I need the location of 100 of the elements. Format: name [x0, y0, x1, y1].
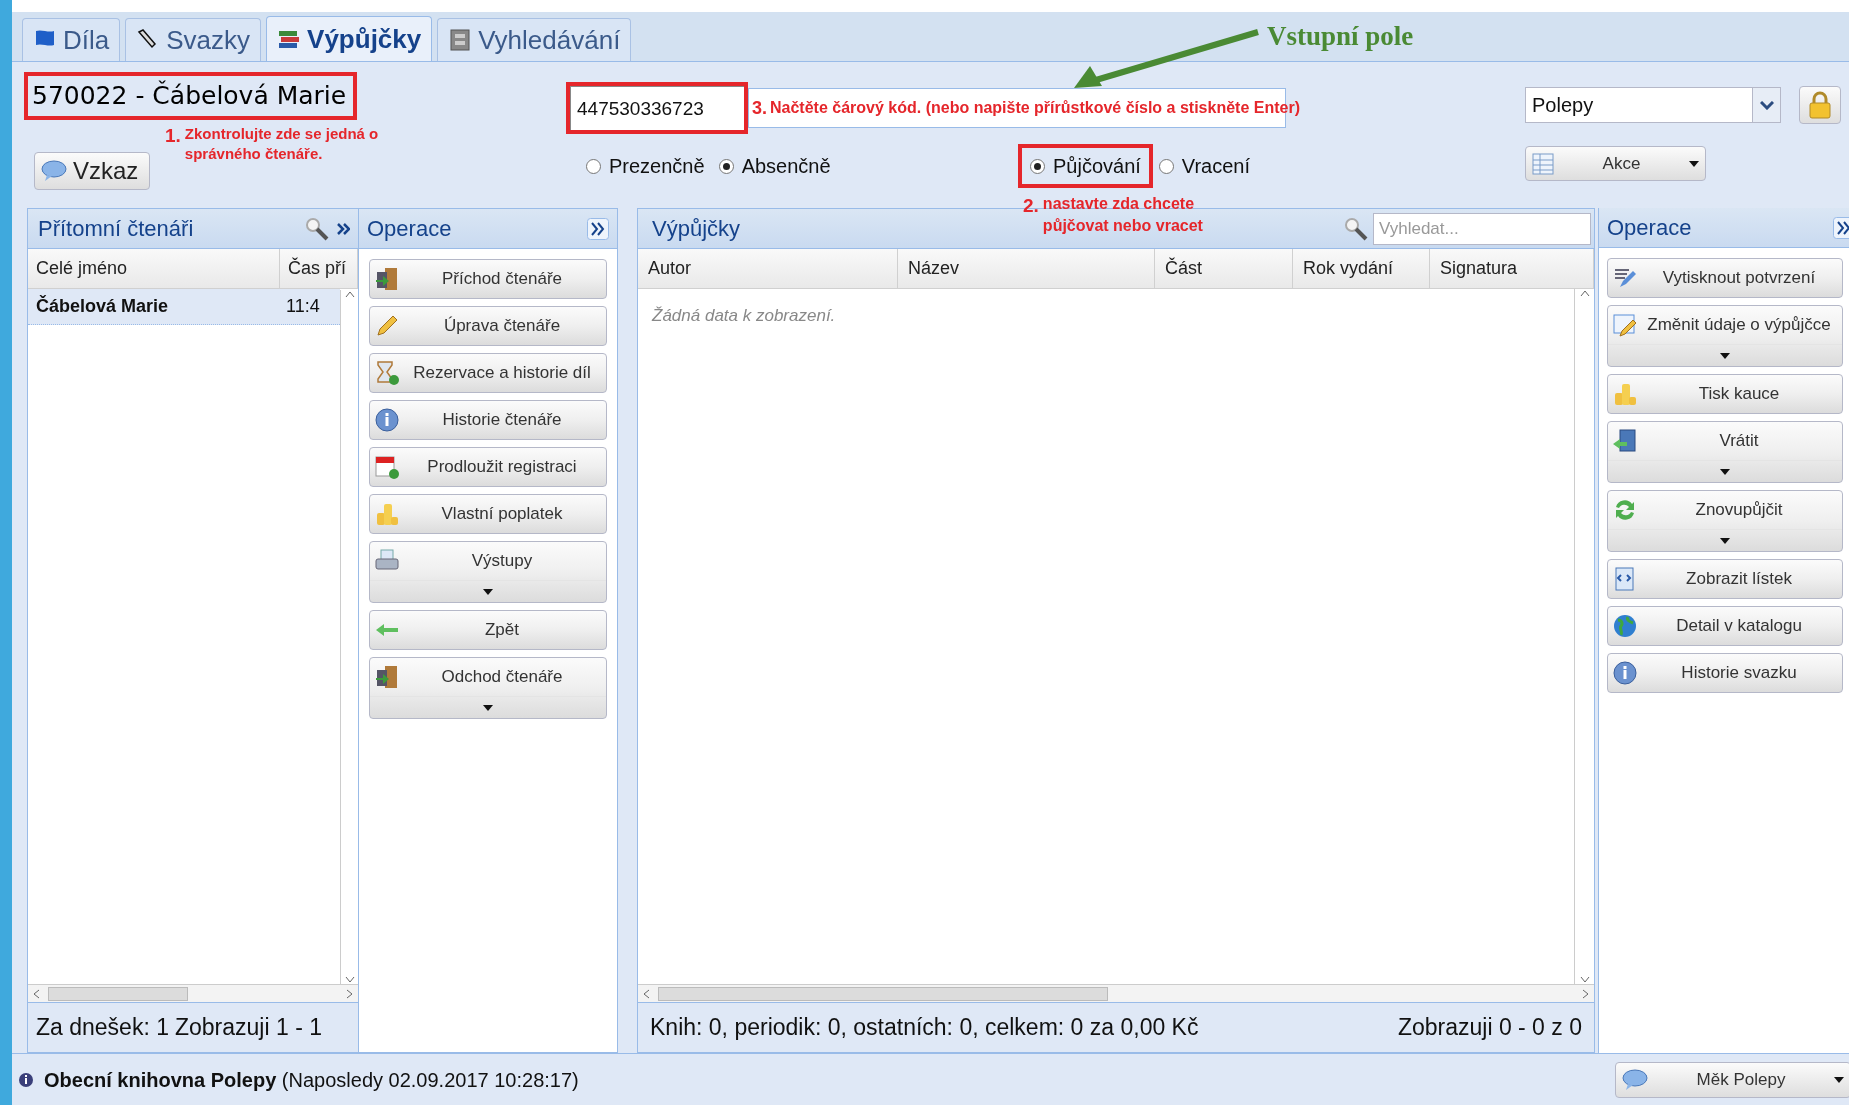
- expand-icon[interactable]: [1833, 216, 1849, 239]
- radio-button[interactable]: [586, 158, 601, 174]
- operation-button[interactable]: Historie svazku: [1607, 653, 1843, 693]
- column-header[interactable]: Název: [898, 249, 1155, 288]
- coins-icon: [374, 501, 400, 527]
- table-cell-text: Čábelová Marie: [35, 294, 170, 318]
- radio-label: Půjčování: [1053, 154, 1141, 179]
- actions-button[interactable]: Akce: [1525, 146, 1706, 181]
- operation-button[interactable]: Znovupůjčit: [1607, 490, 1843, 552]
- info-icon: [374, 407, 400, 433]
- empty-message: Žádná data k zobrazení.: [652, 306, 836, 325]
- expand-icon[interactable]: [336, 221, 350, 236]
- operation-button[interactable]: Odchod čtenáře: [369, 657, 607, 719]
- info-icon: [18, 1071, 34, 1088]
- operation-button[interactable]: Změnit údaje o výpůjčce: [1607, 305, 1843, 367]
- tab[interactable]: Svazky: [125, 18, 262, 61]
- radio-option[interactable]: Půjčování: [1030, 151, 1141, 181]
- chevron-down-icon: [1759, 100, 1774, 110]
- radio-button[interactable]: [1030, 158, 1045, 174]
- caret-right-icon[interactable]: [346, 988, 354, 999]
- step-number: 1.: [165, 124, 181, 148]
- calendar-icon: [374, 454, 400, 480]
- coins-icon: [1612, 381, 1638, 407]
- operation-button[interactable]: Zpět: [369, 610, 607, 650]
- location-select[interactable]: Polepy: [1525, 87, 1781, 123]
- panel-title: Operace: [367, 215, 452, 243]
- door-icon: [374, 664, 400, 690]
- tab[interactable]: Výpůjčky: [266, 16, 433, 61]
- message-button[interactable]: Vzkaz: [34, 152, 150, 190]
- operation-button[interactable]: Prodloužit registraci: [369, 447, 607, 487]
- table-icon: [1532, 152, 1554, 175]
- operation-button[interactable]: Úprava čtenáře: [369, 306, 607, 346]
- expand-icon[interactable]: [587, 217, 609, 240]
- padlock-icon: [1808, 91, 1832, 119]
- annotation-text: nastavte zda chcete půjčovat nebo vracet: [1042, 194, 1204, 236]
- paging-text: Zobrazuji 0 - 0 z 0: [1397, 1013, 1582, 1043]
- cabinet-icon: [448, 28, 473, 52]
- panel-title: Operace: [1607, 214, 1692, 242]
- radio-button[interactable]: [1158, 158, 1174, 174]
- scroll-thumb[interactable]: [658, 986, 1108, 1001]
- caret-left-icon[interactable]: [32, 988, 40, 999]
- door-icon: [374, 266, 400, 292]
- search-icon: [1343, 215, 1369, 242]
- tab[interactable]: Vyhledávání: [437, 18, 632, 61]
- lock-button[interactable]: [1799, 86, 1841, 124]
- search-field[interactable]: Vyhledat...: [1373, 212, 1591, 245]
- column-header[interactable]: Autor: [638, 249, 898, 288]
- caret-right-icon[interactable]: [1582, 988, 1590, 999]
- operation-button[interactable]: Vrátit: [1607, 421, 1843, 483]
- radio-label: Vracení: [1181, 154, 1251, 179]
- operation-button[interactable]: Vytisknout potvrzení: [1607, 258, 1843, 298]
- search-icon[interactable]: [304, 215, 330, 242]
- caret-up-icon[interactable]: [344, 290, 355, 298]
- panel-title: Přítomní čtenáři: [38, 215, 194, 243]
- operation-button[interactable]: Zobrazit lístek: [1607, 559, 1843, 599]
- window-pencil-icon: [1612, 312, 1638, 338]
- radio-button[interactable]: [718, 158, 734, 174]
- scrollbar[interactable]: [28, 984, 358, 1002]
- column-header[interactable]: Rok vydání: [1293, 249, 1430, 288]
- caret-down-icon[interactable]: [1579, 976, 1590, 984]
- scrollbar[interactable]: [340, 290, 358, 984]
- callout-label: Vstupní pole: [1267, 20, 1414, 53]
- step-number: 2.: [1023, 194, 1039, 218]
- panel-title: Výpůjčky: [652, 215, 741, 243]
- scroll-thumb[interactable]: [48, 986, 188, 1001]
- caret-down-icon[interactable]: [344, 976, 355, 984]
- radio-label: Absenčně: [741, 154, 831, 179]
- radio-option[interactable]: Prezenčně: [586, 151, 705, 181]
- table-cell-text: 11:4: [285, 295, 321, 318]
- footer-text: Za dnešek: 1: [36, 1013, 169, 1043]
- operation-button[interactable]: Příchod čtenáře: [369, 259, 607, 299]
- radio-label: Prezenčně: [609, 154, 705, 179]
- radio-option[interactable]: Absenčně: [718, 151, 831, 181]
- caret-left-icon[interactable]: [642, 988, 650, 999]
- column-header[interactable]: Část: [1155, 249, 1293, 288]
- operation-button[interactable]: Tisk kauce: [1607, 374, 1843, 414]
- table-row[interactable]: Čábelová Marie 11:4: [28, 289, 340, 325]
- hourglass-icon: [374, 360, 400, 386]
- caret-down-icon: [1834, 1076, 1844, 1083]
- speech-bubble-icon: [41, 160, 67, 182]
- scrollbar[interactable]: [638, 984, 1594, 1002]
- column-header[interactable]: Signatura: [1430, 249, 1594, 288]
- info-icon: [1612, 660, 1638, 686]
- radio-option[interactable]: Vracení: [1158, 151, 1251, 181]
- column-header[interactable]: Celé jméno: [28, 249, 280, 288]
- footer-text: Zobrazuji 1 - 1: [174, 1013, 322, 1043]
- caret-up-icon[interactable]: [1579, 289, 1590, 297]
- operation-button[interactable]: Vlastní poplatek: [369, 494, 607, 534]
- operation-button[interactable]: Výstupy: [369, 541, 607, 603]
- annotation-text: Zkontrolujte zde se jedná o správného čtenáře.: [184, 124, 380, 164]
- globe-icon: [1612, 613, 1638, 639]
- barcode-field[interactable]: 447530336723: [570, 86, 744, 130]
- operation-button[interactable]: Rezervace a historie díl: [369, 353, 607, 393]
- pencil-icon: [374, 313, 400, 339]
- column-header[interactable]: Čas pří: [280, 249, 358, 288]
- operation-button[interactable]: Historie čtenáře: [369, 400, 607, 440]
- tab[interactable]: Díla: [22, 18, 121, 61]
- operation-button[interactable]: Detail v katalogu: [1607, 606, 1843, 646]
- user-button[interactable]: Měk Polepy: [1615, 1061, 1849, 1098]
- step-number: 3.: [752, 96, 767, 120]
